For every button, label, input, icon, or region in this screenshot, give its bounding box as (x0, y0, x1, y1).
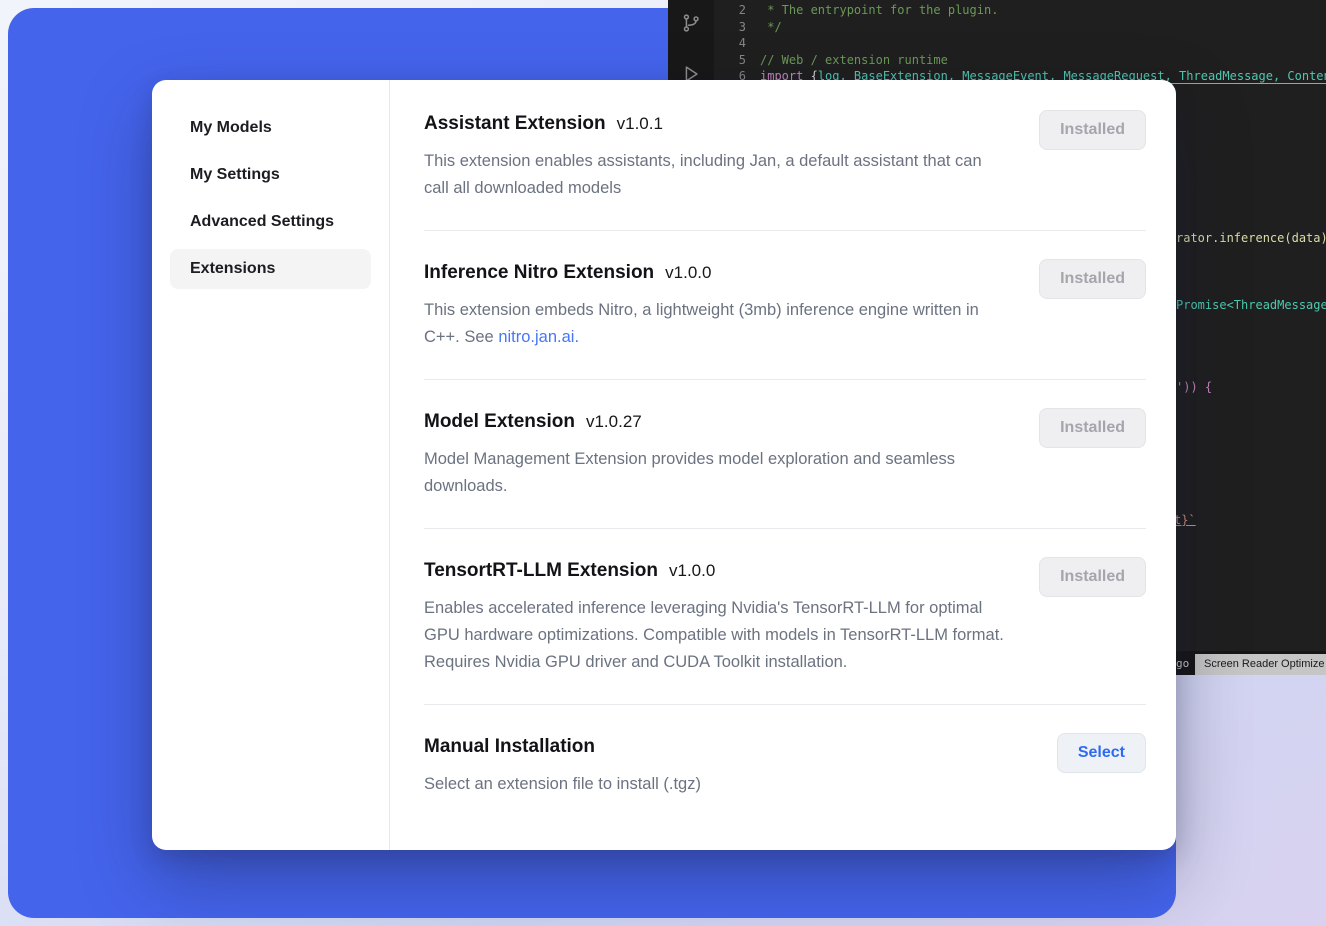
code-text: */ (760, 19, 782, 36)
code-fragment: Promise<ThreadMessage> (1176, 297, 1326, 314)
line-number: 5 (714, 52, 746, 69)
extension-description: Model Management Extension provides mode… (424, 446, 1009, 500)
code-fragment: t}` (1174, 512, 1196, 529)
manual-installation-row: Manual Installation Select an extension … (424, 705, 1146, 826)
source-control-icon (680, 12, 702, 39)
code-fragment: rator.inference(data)); (1176, 230, 1326, 247)
extension-title: Model Extension (424, 408, 575, 436)
extension-row-model: Model Extension v1.0.27 Model Management… (424, 380, 1146, 529)
nitro-link[interactable]: nitro.jan.ai. (498, 328, 579, 346)
extension-title: TensortRT-LLM Extension (424, 557, 658, 585)
page: 2 * The entrypoint for the plugin. 3 */ … (0, 0, 1326, 926)
line-number: 3 (714, 19, 746, 36)
installed-button[interactable]: Installed (1039, 110, 1146, 150)
code-fragment: ')) { (1176, 379, 1212, 396)
extension-version: v1.0.27 (586, 412, 642, 432)
screen-reader-badge: Screen Reader Optimize (1195, 654, 1326, 675)
sidebar-item-my-settings[interactable]: My Settings (170, 155, 371, 195)
settings-modal: My Models My Settings Advanced Settings … (152, 80, 1176, 850)
extension-description: Enables accelerated inference leveraging… (424, 595, 1009, 676)
extension-row-nitro: Inference Nitro Extension v1.0.0 This ex… (424, 231, 1146, 380)
manual-installation-description: Select an extension file to install (.tg… (424, 771, 701, 798)
extension-version: v1.0.0 (669, 561, 715, 581)
extension-title: Assistant Extension (424, 110, 606, 138)
settings-sidebar: My Models My Settings Advanced Settings … (152, 80, 390, 850)
manual-installation-title: Manual Installation (424, 733, 595, 761)
installed-button[interactable]: Installed (1039, 557, 1146, 597)
extension-title: Inference Nitro Extension (424, 259, 654, 287)
code-text: * The entrypoint for the plugin. (760, 2, 998, 19)
code-line: 3 */ (714, 19, 1326, 36)
line-number: 4 (714, 35, 746, 52)
extension-version: v1.0.1 (617, 114, 663, 134)
installed-button[interactable]: Installed (1039, 259, 1146, 299)
extension-row-assistant: Assistant Extension v1.0.1 This extensio… (424, 110, 1146, 231)
sidebar-item-extensions[interactable]: Extensions (170, 249, 371, 289)
line-number: 2 (714, 2, 746, 19)
code-line: 4 (714, 35, 1326, 52)
sidebar-item-advanced-settings[interactable]: Advanced Settings (170, 202, 371, 242)
extension-description: This extension embeds Nitro, a lightweig… (424, 297, 1009, 351)
extension-version: v1.0.0 (665, 263, 711, 283)
code-line: 2 * The entrypoint for the plugin. (714, 2, 1326, 19)
extensions-panel: Assistant Extension v1.0.1 This extensio… (390, 80, 1176, 850)
code-text: // Web / extension runtime (760, 52, 948, 69)
extension-description: This extension enables assistants, inclu… (424, 148, 1009, 202)
extension-row-tensorrt: TensortRT-LLM Extension v1.0.0 Enables a… (424, 529, 1146, 705)
code-line: 5 // Web / extension runtime (714, 52, 1326, 69)
status-text: go (1176, 656, 1189, 673)
sidebar-item-my-models[interactable]: My Models (170, 108, 371, 148)
installed-button[interactable]: Installed (1039, 408, 1146, 448)
select-button[interactable]: Select (1057, 733, 1146, 773)
